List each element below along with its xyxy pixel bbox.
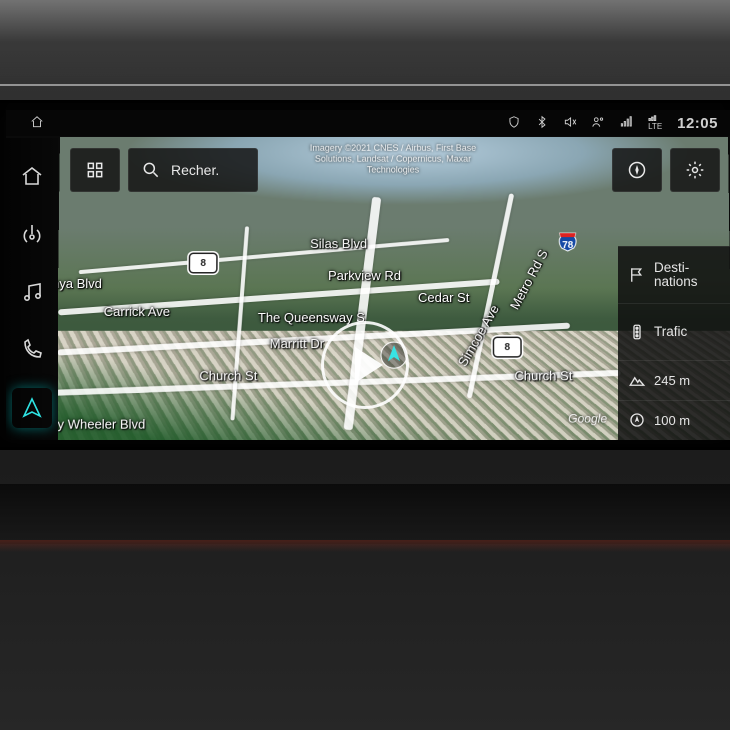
lte-indicator: LTE <box>647 115 663 131</box>
profile-icon[interactable] <box>591 115 605 132</box>
street-label: Metro Rd S <box>507 247 551 312</box>
status-bar: LTE 12:05 <box>6 110 730 136</box>
bluetooth-icon[interactable] <box>535 115 549 132</box>
search-icon <box>141 160 161 180</box>
target-icon <box>628 411 646 429</box>
route-shield: 8 <box>190 254 216 272</box>
search-label: Recher. <box>171 162 219 178</box>
dashboard-gloss <box>0 0 730 86</box>
flag-icon <box>628 266 646 284</box>
rail-radio[interactable] <box>12 214 52 254</box>
compass-button[interactable] <box>612 148 662 192</box>
nav-info-panel: Desti- nations Trafic 245 m 100 m <box>618 246 730 440</box>
gear-icon <box>685 160 705 180</box>
settings-button[interactable] <box>670 148 720 192</box>
street-label: ny Wheeler Blvd <box>58 417 145 432</box>
ambient-light <box>0 540 730 552</box>
rail-media[interactable] <box>12 272 52 312</box>
car-dashboard: LTE 12:05 <box>0 0 730 730</box>
street-label: Church St <box>514 368 572 383</box>
rail-navigation[interactable] <box>12 388 52 428</box>
street-label: Silas Blvd <box>310 236 367 251</box>
street-label: Marritt Dr <box>270 336 324 351</box>
signal-icon[interactable] <box>619 115 633 132</box>
altitude-readout: 245 m <box>618 360 730 400</box>
privacy-icon[interactable] <box>507 115 521 132</box>
play-button[interactable] <box>321 321 409 409</box>
map-provider: Google <box>568 414 607 425</box>
traffic-icon <box>628 323 646 341</box>
map-attribution: Imagery ©2021 CNES / Airbus, First Base … <box>269 143 518 176</box>
street-label: nya Blvd <box>58 276 102 291</box>
nav-rail <box>6 138 58 440</box>
search-button[interactable]: Recher. <box>128 148 258 192</box>
destinations-button[interactable]: Desti- nations <box>618 246 730 303</box>
mute-icon[interactable] <box>563 115 577 132</box>
lower-dash-strip <box>0 484 730 544</box>
breadcrumb-home-icon[interactable] <box>30 115 44 132</box>
street-label: Parkview Rd <box>328 268 401 283</box>
clock: 12:05 <box>677 115 718 132</box>
highway-shield: 78 <box>556 230 580 254</box>
street-label: Cedar St <box>418 290 469 305</box>
route-shield: 8 <box>494 338 520 356</box>
street-label: Church St <box>199 368 257 383</box>
rail-home[interactable] <box>12 156 52 196</box>
compass-icon <box>627 160 647 180</box>
street-label: Carrick Ave <box>104 304 170 319</box>
mountain-icon <box>628 371 646 389</box>
scale-readout: 100 m <box>618 400 730 440</box>
apps-grid-button[interactable] <box>70 148 120 192</box>
rail-phone[interactable] <box>12 330 52 370</box>
traffic-button[interactable]: Trafic <box>618 303 730 360</box>
